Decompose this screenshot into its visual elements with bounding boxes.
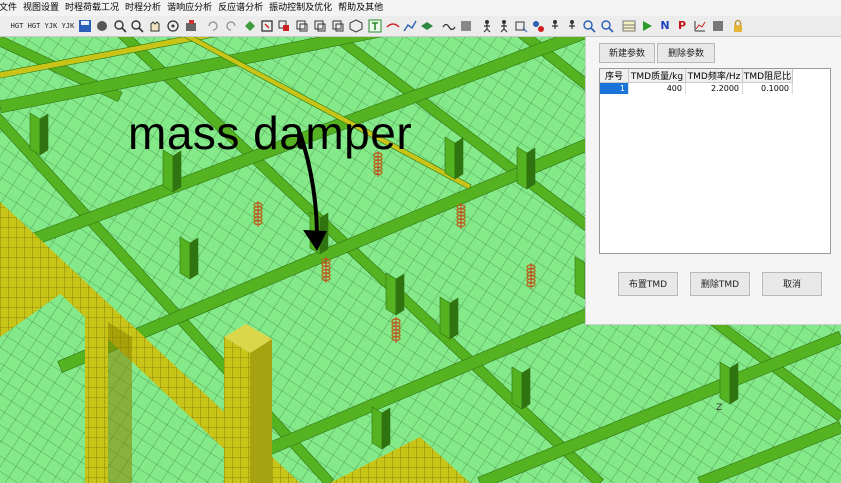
redo-icon[interactable]: [224, 19, 238, 33]
load-icon[interactable]: [531, 19, 545, 33]
person-icon[interactable]: [548, 19, 562, 33]
book-icon[interactable]: [711, 19, 725, 33]
cell-frequency[interactable]: 2.2000: [685, 82, 743, 94]
node-x-icon[interactable]: [514, 19, 528, 33]
menu-bar: 文件 视图设置 时程荷载工况 时程分析 谐响应分析 反应谱分析 振动控制及优化 …: [0, 0, 841, 16]
menu-time-history-load[interactable]: 时程荷载工况: [62, 0, 122, 16]
text-icon[interactable]: [368, 19, 382, 33]
column-stub-side: [189, 237, 199, 280]
column-stub: [719, 361, 731, 405]
column-stub: [179, 236, 191, 280]
line-icon[interactable]: [386, 19, 400, 33]
column-stub-side: [526, 147, 536, 190]
table-icon[interactable]: [622, 19, 636, 33]
select-icon[interactable]: [243, 19, 257, 33]
column-header-mass[interactable]: TMD质量/kg: [628, 69, 686, 83]
cell-damping[interactable]: 0.1000: [742, 82, 793, 94]
play-icon[interactable]: [640, 19, 654, 33]
column-stub-side: [729, 362, 739, 405]
column-stub-side: [381, 407, 391, 450]
tmd-dialog: 新建参数 删除参数 序号 TMD质量/kg TMD频率/Hz TMD阻尼比 1 …: [585, 37, 841, 325]
rotate-icon[interactable]: [166, 19, 180, 33]
zoom-out-icon[interactable]: [130, 19, 144, 33]
column: [85, 307, 108, 483]
node-icon[interactable]: [277, 19, 291, 33]
chart-icon[interactable]: [693, 19, 707, 33]
cell-mass[interactable]: 400: [628, 82, 686, 94]
p-icon[interactable]: P: [676, 19, 688, 33]
annotation-label: mass damper: [128, 107, 413, 159]
toolbar: HGT HGT YJK YJK N P: [0, 16, 841, 37]
column-stub: [29, 112, 41, 156]
search-icon[interactable]: [600, 19, 614, 33]
person-icon[interactable]: [565, 19, 579, 33]
column-stub-side: [454, 137, 464, 180]
menu-response-spectrum[interactable]: 反应谱分析: [215, 0, 266, 16]
column-stub-side: [449, 297, 459, 340]
search-plus-icon[interactable]: [582, 19, 596, 33]
column-stub: [511, 366, 523, 410]
camera-icon[interactable]: [184, 19, 198, 33]
delete-tmd-button[interactable]: 删除TMD: [690, 272, 750, 296]
column-header-damping[interactable]: TMD阻尼比: [742, 69, 793, 83]
yjk-icon[interactable]: YJK: [61, 19, 75, 33]
column-stub: [444, 136, 456, 180]
column-header-index[interactable]: 序号: [600, 69, 629, 83]
column-stub-side: [521, 367, 531, 410]
hgt-icon[interactable]: HGT: [10, 19, 24, 33]
column-shadow: [108, 322, 132, 483]
column-header-frequency[interactable]: TMD频率/Hz: [685, 69, 743, 83]
tmd-parameter-table[interactable]: 序号 TMD质量/kg TMD频率/Hz TMD阻尼比 1 400 2.2000…: [599, 68, 831, 254]
delete-param-button[interactable]: 删除参数: [657, 43, 715, 63]
copy-icon[interactable]: [331, 19, 345, 33]
person-icon[interactable]: [480, 19, 494, 33]
person-icon[interactable]: [497, 19, 511, 33]
column-stub-side: [39, 113, 49, 156]
grid-icon[interactable]: [459, 19, 473, 33]
curve-icon[interactable]: [403, 19, 417, 33]
menu-vibration-control[interactable]: 振动控制及优化: [266, 0, 335, 16]
column-stub: [574, 256, 586, 300]
undo-icon[interactable]: [206, 19, 220, 33]
column-stub: [371, 406, 383, 450]
column-stub: [439, 296, 451, 340]
menu-help[interactable]: 帮助及其他: [335, 0, 386, 16]
yjk-icon[interactable]: YJK: [44, 19, 58, 33]
hgt-icon[interactable]: HGT: [27, 19, 41, 33]
menu-view-settings[interactable]: 视图设置: [20, 0, 62, 16]
hand-icon[interactable]: [95, 19, 109, 33]
pan-icon[interactable]: [148, 19, 162, 33]
menu-time-history-analysis[interactable]: 时程分析: [122, 0, 164, 16]
new-param-button[interactable]: 新建参数: [599, 43, 655, 63]
table-row[interactable]: 1 400 2.2000 0.1000: [600, 82, 793, 94]
column-stub: [385, 272, 397, 316]
save-icon[interactable]: [78, 19, 92, 33]
cell-index[interactable]: 1: [600, 82, 629, 94]
n-icon[interactable]: N: [659, 19, 671, 33]
plane-icon[interactable]: [420, 19, 434, 33]
column-stub: [516, 146, 528, 190]
column-side: [250, 339, 272, 483]
menu-harmonic-analysis[interactable]: 谐响应分析: [164, 0, 215, 16]
lock-icon[interactable]: [731, 19, 745, 33]
wave-icon[interactable]: [442, 19, 456, 33]
zoom-in-icon[interactable]: [113, 19, 127, 33]
menu-file[interactable]: 文件: [0, 0, 20, 16]
cube-icon[interactable]: [349, 19, 363, 33]
copy-icon[interactable]: [295, 19, 309, 33]
column-stub-side: [395, 273, 405, 316]
axis-z-label: Z: [716, 403, 722, 413]
place-tmd-button[interactable]: 布置TMD: [618, 272, 678, 296]
copy-icon[interactable]: [313, 19, 327, 33]
column: [224, 337, 250, 483]
cancel-button[interactable]: 取消: [762, 272, 822, 296]
box-icon[interactable]: [260, 19, 274, 33]
